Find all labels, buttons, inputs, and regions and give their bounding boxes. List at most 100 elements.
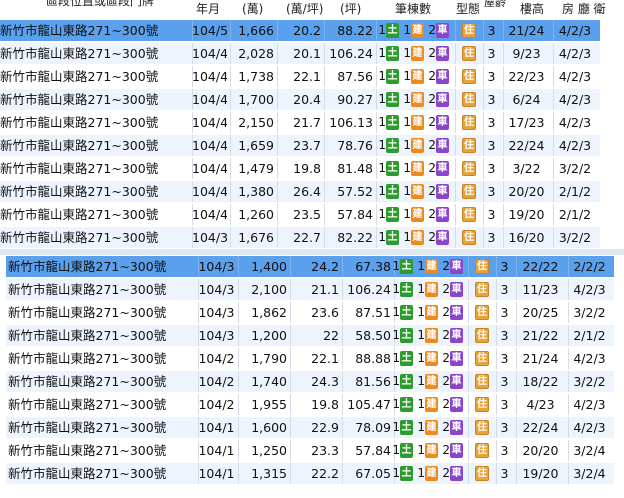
residential-type-icon[interactable]: 住 xyxy=(475,374,489,389)
table-row[interactable]: 新竹市龍山東路271~300號 104/1 1,250 23.3 57.84 1 土 1 建 2 車… xyxy=(6,440,614,461)
residential-type-icon[interactable]: 住 xyxy=(462,207,476,222)
table-row[interactable]: 新竹市龍山東路271~300號 104/4 2,028 20.1 106.24 1 土 1 建 2… xyxy=(0,43,600,64)
parking-icon[interactable]: 車 xyxy=(436,69,449,84)
building-icon[interactable]: 建 xyxy=(425,259,438,274)
residential-type-icon[interactable]: 住 xyxy=(462,138,476,153)
parking-icon[interactable]: 車 xyxy=(436,230,449,245)
header-layout[interactable]: 房 廳 衛 xyxy=(562,2,606,16)
parking-icon[interactable]: 車 xyxy=(436,46,449,61)
table-row[interactable]: 新竹市龍山東路271~300號 104/1 1,315 22.2 67.05 1 土 1 建 2 車… xyxy=(6,463,614,484)
residential-type-icon[interactable]: 住 xyxy=(475,351,489,366)
table-row[interactable]: 新竹市龍山東路271~300號 104/3 1,200 22 58.50 1 土 1 建 2 車住 3… xyxy=(6,325,614,346)
building-icon[interactable]: 建 xyxy=(425,305,438,320)
land-icon[interactable]: 土 xyxy=(386,23,399,38)
residential-type-icon[interactable]: 住 xyxy=(462,23,476,38)
table-row[interactable]: 新竹市龍山東路271~300號 104/3 1,400 24.2 67.38 1 土 1 建 2 車… xyxy=(6,256,614,277)
land-icon[interactable]: 土 xyxy=(400,420,413,435)
table-row[interactable]: 新竹市龍山東路271~300號 104/2 1,740 24.3 81.56 1 土 1 建 2 車… xyxy=(6,371,614,392)
parking-icon[interactable]: 車 xyxy=(436,115,449,130)
residential-type-icon[interactable]: 住 xyxy=(475,397,489,412)
building-icon[interactable]: 建 xyxy=(425,466,438,481)
parking-icon[interactable]: 車 xyxy=(450,259,463,274)
table-row[interactable]: 新竹市龍山東路271~300號 104/4 1,479 19.8 81.48 1 土 1 建 2 車… xyxy=(0,158,600,179)
land-icon[interactable]: 土 xyxy=(386,161,399,176)
building-icon[interactable]: 建 xyxy=(411,115,424,130)
building-icon[interactable]: 建 xyxy=(411,46,424,61)
residential-type-icon[interactable]: 住 xyxy=(462,184,476,199)
parking-icon[interactable]: 車 xyxy=(436,161,449,176)
building-icon[interactable]: 建 xyxy=(425,443,438,458)
residential-type-icon[interactable]: 住 xyxy=(462,92,476,107)
land-icon[interactable]: 土 xyxy=(386,69,399,84)
residential-type-icon[interactable]: 住 xyxy=(475,305,489,320)
residential-type-icon[interactable]: 住 xyxy=(475,443,489,458)
header-type[interactable]: 型態 xyxy=(456,2,480,16)
parking-icon[interactable]: 車 xyxy=(450,374,463,389)
building-icon[interactable]: 建 xyxy=(411,230,424,245)
table-row[interactable]: 新竹市龍山東路271~300號 104/3 2,100 21.1 106.24 1 土 1 建 2… xyxy=(6,279,614,300)
land-icon[interactable]: 土 xyxy=(400,305,413,320)
land-icon[interactable]: 土 xyxy=(386,207,399,222)
land-icon[interactable]: 土 xyxy=(386,46,399,61)
parking-icon[interactable]: 車 xyxy=(436,138,449,153)
building-icon[interactable]: 建 xyxy=(425,328,438,343)
header-floor[interactable]: 樓高 xyxy=(520,2,544,16)
table-row[interactable]: 新竹市龍山東路271~300號 104/4 2,150 21.7 106.13 1 土 1 建 2… xyxy=(0,112,600,133)
land-icon[interactable]: 土 xyxy=(400,397,413,412)
land-icon[interactable]: 土 xyxy=(386,230,399,245)
parking-icon[interactable]: 車 xyxy=(450,282,463,297)
land-icon[interactable]: 土 xyxy=(386,92,399,107)
table-row[interactable]: 新竹市龍山東路271~300號 104/1 1,600 22.9 78.09 1 土 1 建 2 車… xyxy=(6,417,614,438)
residential-type-icon[interactable]: 住 xyxy=(462,230,476,245)
building-icon[interactable]: 建 xyxy=(411,23,424,38)
residential-type-icon[interactable]: 住 xyxy=(462,115,476,130)
parking-icon[interactable]: 車 xyxy=(436,207,449,222)
building-icon[interactable]: 建 xyxy=(425,351,438,366)
table-row[interactable]: 新竹市龍山東路271~300號 104/4 1,738 22.1 87.56 1 土 1 建 2 車… xyxy=(0,66,600,87)
building-icon[interactable]: 建 xyxy=(411,184,424,199)
residential-type-icon[interactable]: 住 xyxy=(475,282,489,297)
building-icon[interactable]: 建 xyxy=(411,207,424,222)
building-icon[interactable]: 建 xyxy=(411,138,424,153)
table-row[interactable]: 新竹市龍山東路271~300號 104/3 1,862 23.6 87.51 1 土 1 建 2 車… xyxy=(6,302,614,323)
residential-type-icon[interactable]: 住 xyxy=(462,69,476,84)
header-year-month[interactable]: 年月 xyxy=(196,2,220,16)
building-icon[interactable]: 建 xyxy=(425,420,438,435)
residential-type-icon[interactable]: 住 xyxy=(475,328,489,343)
table-row[interactable]: 新竹市龍山東路271~300號 104/4 1,260 23.5 57.84 1 土 1 建 2 車… xyxy=(0,204,600,225)
land-icon[interactable]: 土 xyxy=(400,374,413,389)
header-total-price[interactable]: (萬) xyxy=(242,2,263,16)
building-icon[interactable]: 建 xyxy=(425,282,438,297)
land-icon[interactable]: 土 xyxy=(386,184,399,199)
building-icon[interactable]: 建 xyxy=(411,161,424,176)
land-icon[interactable]: 土 xyxy=(400,282,413,297)
header-area[interactable]: (坪) xyxy=(340,2,361,16)
parking-icon[interactable]: 車 xyxy=(450,420,463,435)
table-row[interactable]: 新竹市龍山東路271~300號 104/2 1,790 22.1 88.88 1 土 1 建 2 車… xyxy=(6,348,614,369)
building-icon[interactable]: 建 xyxy=(425,397,438,412)
header-address[interactable]: 區段位置或區段門牌 xyxy=(46,0,154,8)
parking-icon[interactable]: 車 xyxy=(450,397,463,412)
land-icon[interactable]: 土 xyxy=(386,138,399,153)
table-row[interactable]: 新竹市龍山東路271~300號 104/5 1,666 20.2 88.22 1 土 1 建 2 車… xyxy=(0,20,600,41)
building-icon[interactable]: 建 xyxy=(411,92,424,107)
parking-icon[interactable]: 車 xyxy=(450,443,463,458)
header-counts[interactable]: 筆棟數 xyxy=(395,2,431,16)
table-row[interactable]: 新竹市龍山東路271~300號 104/4 1,380 26.4 57.52 1 土 1 建 2 車… xyxy=(0,181,600,202)
parking-icon[interactable]: 車 xyxy=(450,351,463,366)
residential-type-icon[interactable]: 住 xyxy=(462,46,476,61)
residential-type-icon[interactable]: 住 xyxy=(462,161,476,176)
parking-icon[interactable]: 車 xyxy=(436,23,449,38)
table-row[interactable]: 新竹市龍山東路271~300號 104/3 1,676 22.7 82.22 1 土 1 建 2 車… xyxy=(0,227,600,248)
land-icon[interactable]: 土 xyxy=(400,328,413,343)
parking-icon[interactable]: 車 xyxy=(436,184,449,199)
table-row[interactable]: 新竹市龍山東路271~300號 104/4 1,659 23.7 78.76 1 土 1 建 2 車… xyxy=(0,135,600,156)
parking-icon[interactable]: 車 xyxy=(450,466,463,481)
building-icon[interactable]: 建 xyxy=(411,69,424,84)
residential-type-icon[interactable]: 住 xyxy=(475,259,489,274)
parking-icon[interactable]: 車 xyxy=(450,328,463,343)
land-icon[interactable]: 土 xyxy=(400,466,413,481)
header-age[interactable]: 屋齡 xyxy=(484,0,506,10)
residential-type-icon[interactable]: 住 xyxy=(475,420,489,435)
header-unit-price[interactable]: (萬/坪) xyxy=(286,2,323,16)
